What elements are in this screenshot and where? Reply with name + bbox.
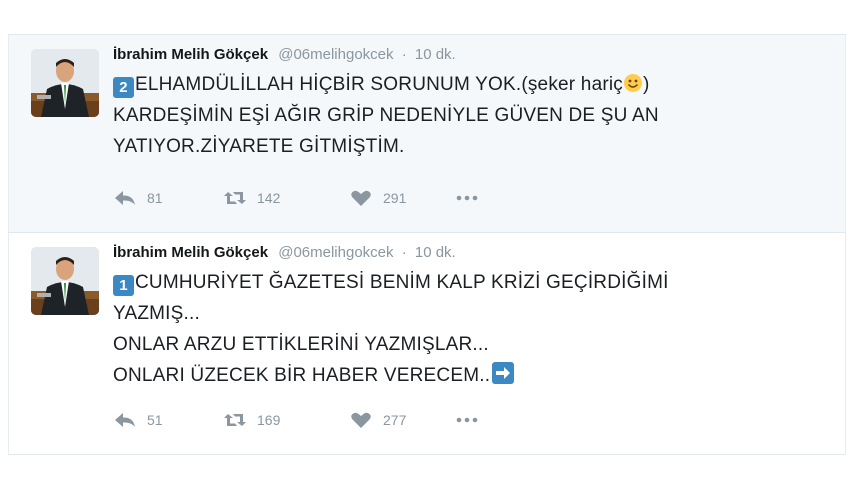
like-button[interactable]: 277: [349, 411, 425, 429]
reply-icon: [115, 191, 135, 205]
tweet[interactable]: İbrahim Melih Gökçek @06melihgokcek · 10…: [8, 35, 846, 233]
keycap-digit-emoji: 2: [113, 77, 134, 98]
profile-photo: [31, 49, 99, 117]
separator: ·: [401, 244, 407, 261]
retweet-count: 169: [257, 412, 281, 428]
like-button[interactable]: 291: [349, 189, 425, 207]
tweet-text: 2 ELHAMDÜLİLLAH HİÇBİR SORUNUM YOK.(şeker…: [113, 69, 825, 162]
like-count: 291: [383, 190, 407, 206]
retweet-button[interactable]: 142: [223, 189, 309, 207]
tweet-text-line: ONLARI ÜZECEK BİR HABER VERECEM..: [113, 360, 825, 391]
separator: ·: [401, 46, 407, 63]
tweet-actions: 51 169 277: [113, 411, 531, 429]
tweet-content: İbrahim Melih Gökçek @06melihgokcek · 10…: [113, 45, 825, 162]
right-arrow-emoji-icon: [492, 362, 515, 384]
tweet-text-line1-end: ): [642, 74, 650, 95]
keycap-digit-emoji: 1: [113, 275, 134, 296]
tweet-header: İbrahim Melih Gökçek @06melihgokcek · 10…: [113, 243, 825, 263]
timestamp[interactable]: 10 dk.: [415, 244, 456, 261]
tweet-text-line2: KARDEŞİMİN EŞİ AĞIR GRİP NEDENİYLE GÜVEN…: [113, 105, 659, 126]
tweet-content: İbrahim Melih Gökçek @06melihgokcek · 10…: [113, 243, 825, 391]
reply-count: 51: [147, 412, 163, 428]
tweet-text-line1: ELHAMDÜLİLLAH HİÇBİR SORUNUM YOK.(şeker …: [135, 74, 623, 95]
tweet-text-line3: ONLAR ARZU ETTİKLERİNİ YAZMIŞLAR...: [113, 334, 489, 355]
twitter-timeline-page: İbrahim Melih Gökçek @06melihgokcek · 10…: [0, 0, 860, 480]
tweet-actions: 81 142 291: [113, 189, 531, 207]
tweet-text-line3: YATIYOR.ZİYARETE GİTMİŞTİM.: [113, 136, 405, 157]
more-icon: [456, 195, 478, 201]
tweet-text-line: 2 ELHAMDÜLİLLAH HİÇBİR SORUNUM YOK.(şeker…: [113, 69, 825, 100]
retweet-button[interactable]: 169: [223, 411, 309, 429]
author-handle[interactable]: @06melihgokcek: [278, 46, 393, 63]
avatar[interactable]: [31, 247, 99, 315]
timeline: İbrahim Melih Gökçek @06melihgokcek · 10…: [8, 34, 846, 455]
profile-photo: [31, 247, 99, 315]
author-handle[interactable]: @06melihgokcek: [278, 244, 393, 261]
author-name[interactable]: İbrahim Melih Gökçek: [113, 46, 268, 63]
tweet-text-line: 1 CUMHURİYET ĞAZETESİ BENİM KALP KRİZİ GE…: [113, 267, 825, 298]
like-count: 277: [383, 412, 407, 428]
avatar[interactable]: [31, 49, 99, 117]
more-button[interactable]: [455, 411, 489, 429]
author-name[interactable]: İbrahim Melih Gökçek: [113, 244, 268, 261]
smiling-face-emoji-icon: [623, 74, 642, 92]
tweet[interactable]: İbrahim Melih Gökçek @06melihgokcek · 10…: [8, 233, 846, 455]
like-icon: [351, 412, 371, 428]
reply-button[interactable]: 51: [113, 411, 183, 429]
retweet-icon: [224, 192, 246, 204]
more-icon: [456, 417, 478, 423]
retweet-count: 142: [257, 190, 281, 206]
reply-icon: [115, 413, 135, 427]
like-icon: [351, 190, 371, 206]
tweet-text-line4: ONLARI ÜZECEK BİR HABER VERECEM..: [113, 365, 491, 386]
retweet-icon: [224, 414, 246, 426]
timestamp[interactable]: 10 dk.: [415, 46, 456, 63]
tweet-text-line2: YAZMIŞ...: [113, 303, 200, 324]
reply-count: 81: [147, 190, 163, 206]
tweet-text-line1: CUMHURİYET ĞAZETESİ BENİM KALP KRİZİ GEÇ…: [135, 272, 669, 293]
reply-button[interactable]: 81: [113, 189, 183, 207]
more-button[interactable]: [455, 189, 489, 207]
tweet-text: 1 CUMHURİYET ĞAZETESİ BENİM KALP KRİZİ GE…: [113, 267, 825, 391]
tweet-header: İbrahim Melih Gökçek @06melihgokcek · 10…: [113, 45, 825, 65]
